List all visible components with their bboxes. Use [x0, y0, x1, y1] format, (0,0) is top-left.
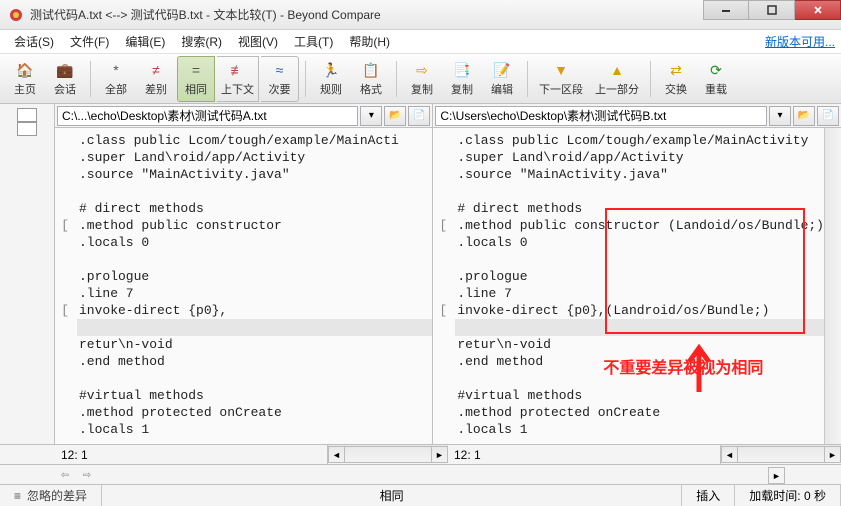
nav-scroll-right[interactable]: ►: [768, 467, 785, 484]
edit-icon: 📝: [492, 60, 512, 80]
left-browse-button[interactable]: 📂: [384, 106, 406, 126]
right-code-view[interactable]: [[ .class public Lcom/tough/example/Main…: [433, 128, 841, 444]
copy-icon: 📑: [452, 60, 472, 80]
not-equal-icon: ≠: [146, 60, 166, 80]
toolbar: 🏠主页 💼会话 *全部 ≠差别 =相同 ≢上下文 ≈次要 🏃规则 📋格式 ⇨复制…: [0, 54, 841, 104]
edit-button[interactable]: 📝编辑: [483, 56, 521, 102]
right-path-dropdown[interactable]: ▾: [769, 106, 791, 126]
menu-session[interactable]: 会话(S): [6, 30, 62, 53]
left-h-scroll[interactable]: ◄►: [328, 445, 448, 464]
thumb-left: [17, 108, 37, 122]
sheet-icon: 📄: [822, 110, 834, 121]
asterisk-icon: *: [106, 60, 126, 80]
swap-button[interactable]: ⇄交换: [657, 56, 695, 102]
menu-view[interactable]: 视图(V): [230, 30, 286, 53]
vertical-scrollbar[interactable]: [824, 128, 841, 444]
right-open-button[interactable]: 📄: [817, 106, 839, 126]
separator: [90, 61, 91, 97]
diff-button[interactable]: ≠差别: [137, 56, 175, 102]
close-button[interactable]: [795, 0, 841, 20]
left-path-input[interactable]: [57, 106, 358, 126]
left-pane: ▾ 📂 📄 [[ .class public Lcom/tough/exampl…: [55, 104, 433, 444]
maximize-button[interactable]: [749, 0, 795, 20]
home-button[interactable]: 🏠主页: [6, 56, 44, 102]
right-pane: ▾ 📂 📄 [[ .class public Lcom/tough/exampl…: [433, 104, 841, 444]
copy-left-button[interactable]: ⇨复制: [403, 56, 441, 102]
approx-icon: ≈: [270, 60, 290, 80]
left-code-view[interactable]: [[ .class public Lcom/tough/example/Main…: [55, 128, 432, 444]
window-title: 测试代码A.txt <--> 测试代码B.txt - 文本比较(T) - Bey…: [30, 6, 381, 23]
separator: [305, 61, 306, 97]
context-button[interactable]: ≢上下文: [217, 56, 259, 102]
referee-icon: 🏃: [321, 60, 341, 80]
menu-search[interactable]: 搜索(R): [173, 30, 230, 53]
work-area: ▾ 📂 📄 [[ .class public Lcom/tough/exampl…: [0, 104, 841, 444]
right-cursor-pos: 12: 1: [448, 445, 721, 464]
home-icon: 🏠: [15, 60, 35, 80]
reload-button[interactable]: ⟳重载: [697, 56, 735, 102]
right-browse-button[interactable]: 📂: [793, 106, 815, 126]
arrow-right-icon: ⇨: [412, 60, 432, 80]
minimize-button[interactable]: [703, 0, 749, 20]
next-section-button[interactable]: ▼下一区段: [534, 56, 588, 102]
update-link[interactable]: 新版本可用...: [765, 33, 835, 50]
nav-strip: ⇦ ⇨ ►: [0, 464, 841, 484]
arrow-down-icon: ▼: [551, 60, 571, 80]
context-icon: ≢: [228, 60, 248, 80]
separator: [527, 61, 528, 97]
arrow-up-icon: ▲: [607, 60, 627, 80]
overview-gutter[interactable]: [0, 104, 55, 444]
menu-tools[interactable]: 工具(T): [286, 30, 341, 53]
right-path-input[interactable]: [435, 106, 767, 126]
menu-file[interactable]: 文件(F): [62, 30, 117, 53]
nav-prev-button[interactable]: ⇦: [56, 467, 74, 483]
briefcase-icon: 💼: [55, 60, 75, 80]
rules-button[interactable]: 🏃规则: [312, 56, 350, 102]
title-bar: 测试代码A.txt <--> 测试代码B.txt - 文本比较(T) - Bey…: [0, 0, 841, 30]
reload-icon: ⟳: [706, 60, 726, 80]
menu-help[interactable]: 帮助(H): [341, 30, 398, 53]
left-open-button[interactable]: 📄: [408, 106, 430, 126]
all-button[interactable]: *全部: [97, 56, 135, 102]
nav-next-button[interactable]: ⇨: [78, 467, 96, 483]
menu-edit[interactable]: 编辑(E): [117, 30, 173, 53]
right-h-scroll[interactable]: ◄►: [721, 445, 841, 464]
left-path-bar: ▾ 📂 📄: [55, 104, 432, 128]
swap-icon: ⇄: [666, 60, 686, 80]
format-button[interactable]: 📋格式: [352, 56, 390, 102]
thumb-right: [17, 122, 37, 136]
copy-right-button[interactable]: 📑复制: [443, 56, 481, 102]
same-button[interactable]: =相同: [177, 56, 215, 102]
separator: [396, 61, 397, 97]
sheet-icon: 📄: [413, 110, 425, 121]
right-path-bar: ▾ 📂 📄: [433, 104, 841, 128]
pane-status-row: 12: 1 ◄► 12: 1 ◄►: [0, 444, 841, 464]
left-path-dropdown[interactable]: ▾: [360, 106, 382, 126]
minor-button[interactable]: ≈次要: [261, 56, 299, 102]
equal-icon: =: [186, 60, 206, 80]
annotation-text: 不重要差异被视为相同: [603, 360, 763, 377]
app-icon: [8, 7, 24, 23]
separator: [650, 61, 651, 97]
left-cursor-pos: 12: 1: [55, 445, 328, 464]
menu-bar: 会话(S) 文件(F) 编辑(E) 搜索(R) 视图(V) 工具(T) 帮助(H…: [0, 30, 841, 54]
folder-icon: 📂: [798, 110, 810, 121]
folder-icon: 📂: [389, 110, 401, 121]
sessions-button[interactable]: 💼会话: [46, 56, 84, 102]
format-icon: 📋: [361, 60, 381, 80]
prev-part-button[interactable]: ▲上一部分: [590, 56, 644, 102]
